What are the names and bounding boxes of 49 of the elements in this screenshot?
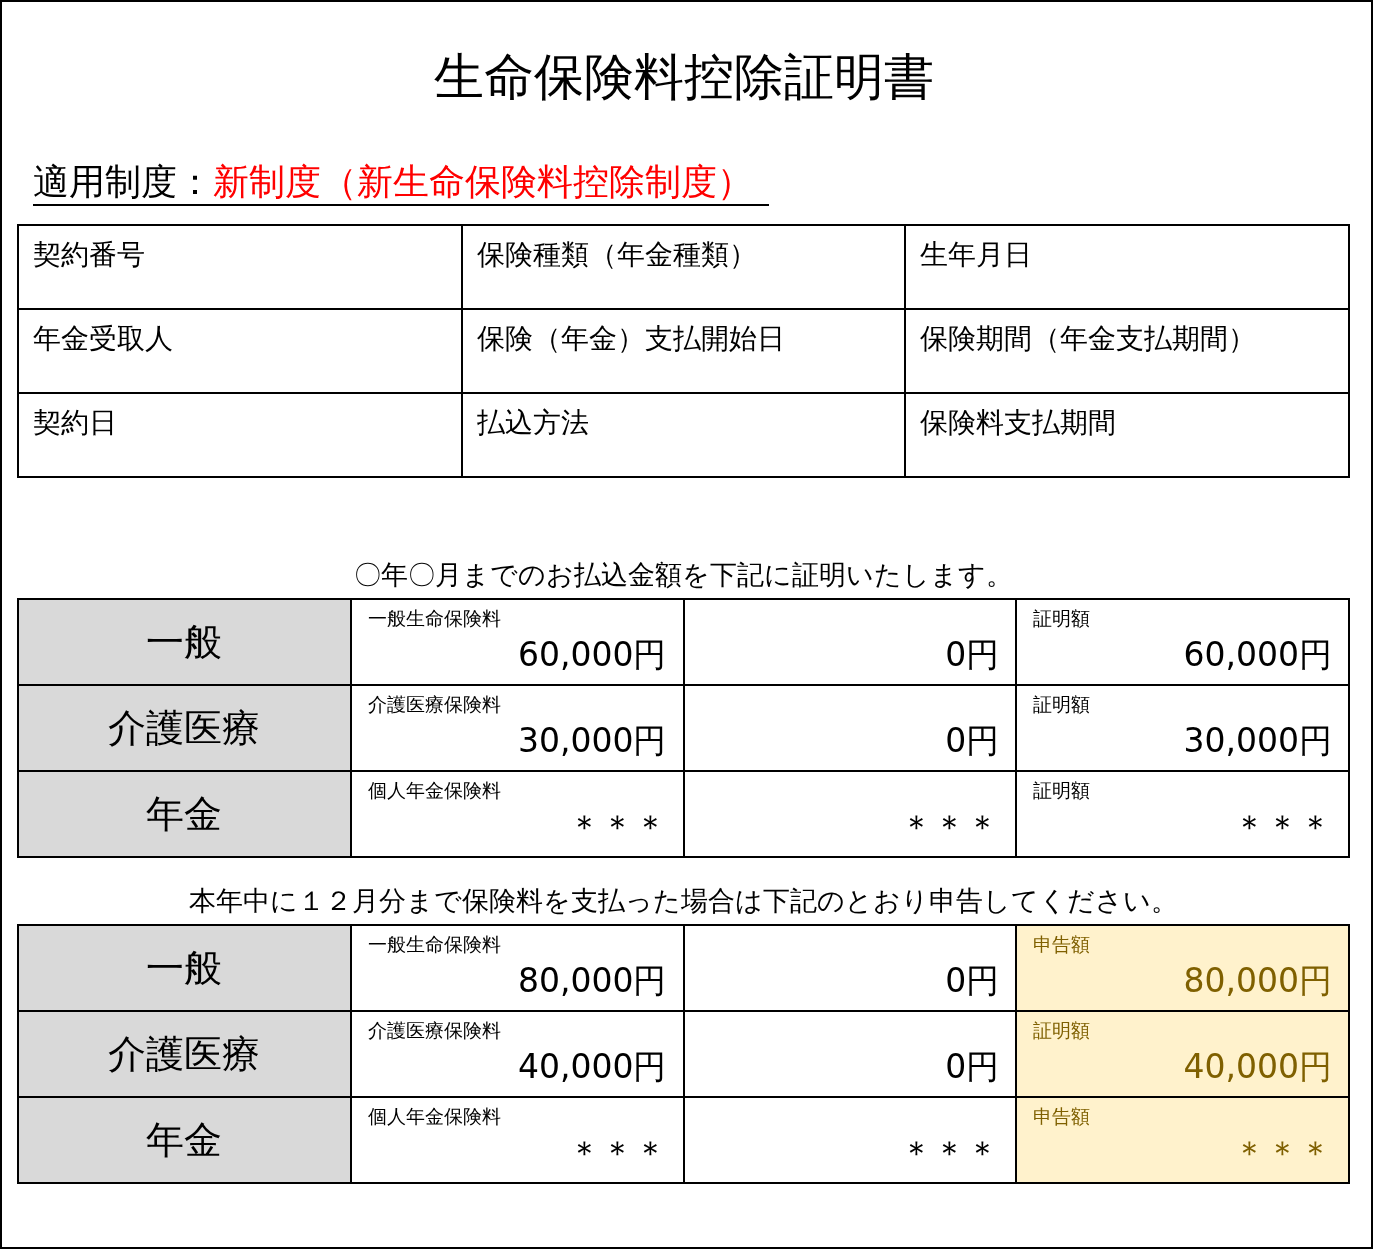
amount-value: ＊＊＊ [900,806,1000,848]
premium-label: 介護医療保険料 [367,692,501,717]
result-amount: 60,000円 [1183,634,1332,676]
premium-label: 介護医療保険料 [367,1018,501,1043]
section-note: 本年中に１２月分まで保険料を支払った場合は下記のとおり申告してください。 [188,884,1179,918]
contract-field: 契約日 [19,394,463,478]
premium-amount: ＊＊＊ [567,806,667,848]
result-amount: 30,000円 [1183,720,1332,762]
category-cell: 介護医療 [19,686,352,772]
result-amount: ＊＊＊ [1233,806,1332,848]
result-amount: ＊＊＊ [1233,1132,1332,1174]
result-amount: 80,000円 [1183,960,1332,1002]
contract-field: 保険種類（年金種類） [462,226,907,310]
amount-value: 0円 [945,634,1000,676]
premium-amount: 40,000円 [518,1046,667,1088]
result-label: 証明額 [1033,1018,1091,1043]
result-label: 証明額 [1033,692,1091,717]
category-cell: 一般 [19,600,352,686]
document-title: 生命保険料控除証明書 [432,47,935,108]
applied-system-heading: 適用制度：新制度（新生命保険料控除制度） [33,160,769,206]
contract-field: 年金受取人 [19,310,463,394]
category-cell: 介護医療 [19,1012,352,1098]
amount-value: 0円 [945,1046,1000,1088]
amount-value: 0円 [945,720,1000,762]
contract-field: 保険料支払期間 [906,394,1350,478]
category-cell: 年金 [19,1098,352,1184]
result-label: 申告額 [1033,932,1091,957]
result-amount: 40,000円 [1183,1046,1332,1088]
premium-amount: 80,000円 [518,960,667,1002]
premium-label: 個人年金保険料 [367,1104,501,1129]
premium-amount: ＊＊＊ [567,1132,667,1174]
amount-value: ＊＊＊ [900,1132,1000,1174]
amount-value: 0円 [945,960,1000,1002]
category-cell: 年金 [19,772,352,858]
premium-amount: 30,000円 [518,720,667,762]
category-cell: 一般 [19,926,352,1012]
premium-label: 一般生命保険料 [367,606,501,631]
contract-field: 保険期間（年金支払期間） [906,310,1350,394]
contract-field: 生年月日 [906,226,1350,310]
premium-label: 一般生命保険料 [367,932,501,957]
section-note: 〇年〇月までのお払込金額を下記に証明いたします。 [353,558,1014,592]
contract-field: 保険（年金）支払開始日 [462,310,907,394]
premium-amount: 60,000円 [518,634,667,676]
contract-field: 払込方法 [462,394,907,478]
premium-label: 個人年金保険料 [367,778,501,803]
contract-field: 契約番号 [19,226,463,310]
result-label: 証明額 [1033,778,1091,803]
result-label: 申告額 [1033,1104,1091,1129]
result-label: 証明額 [1033,606,1091,631]
